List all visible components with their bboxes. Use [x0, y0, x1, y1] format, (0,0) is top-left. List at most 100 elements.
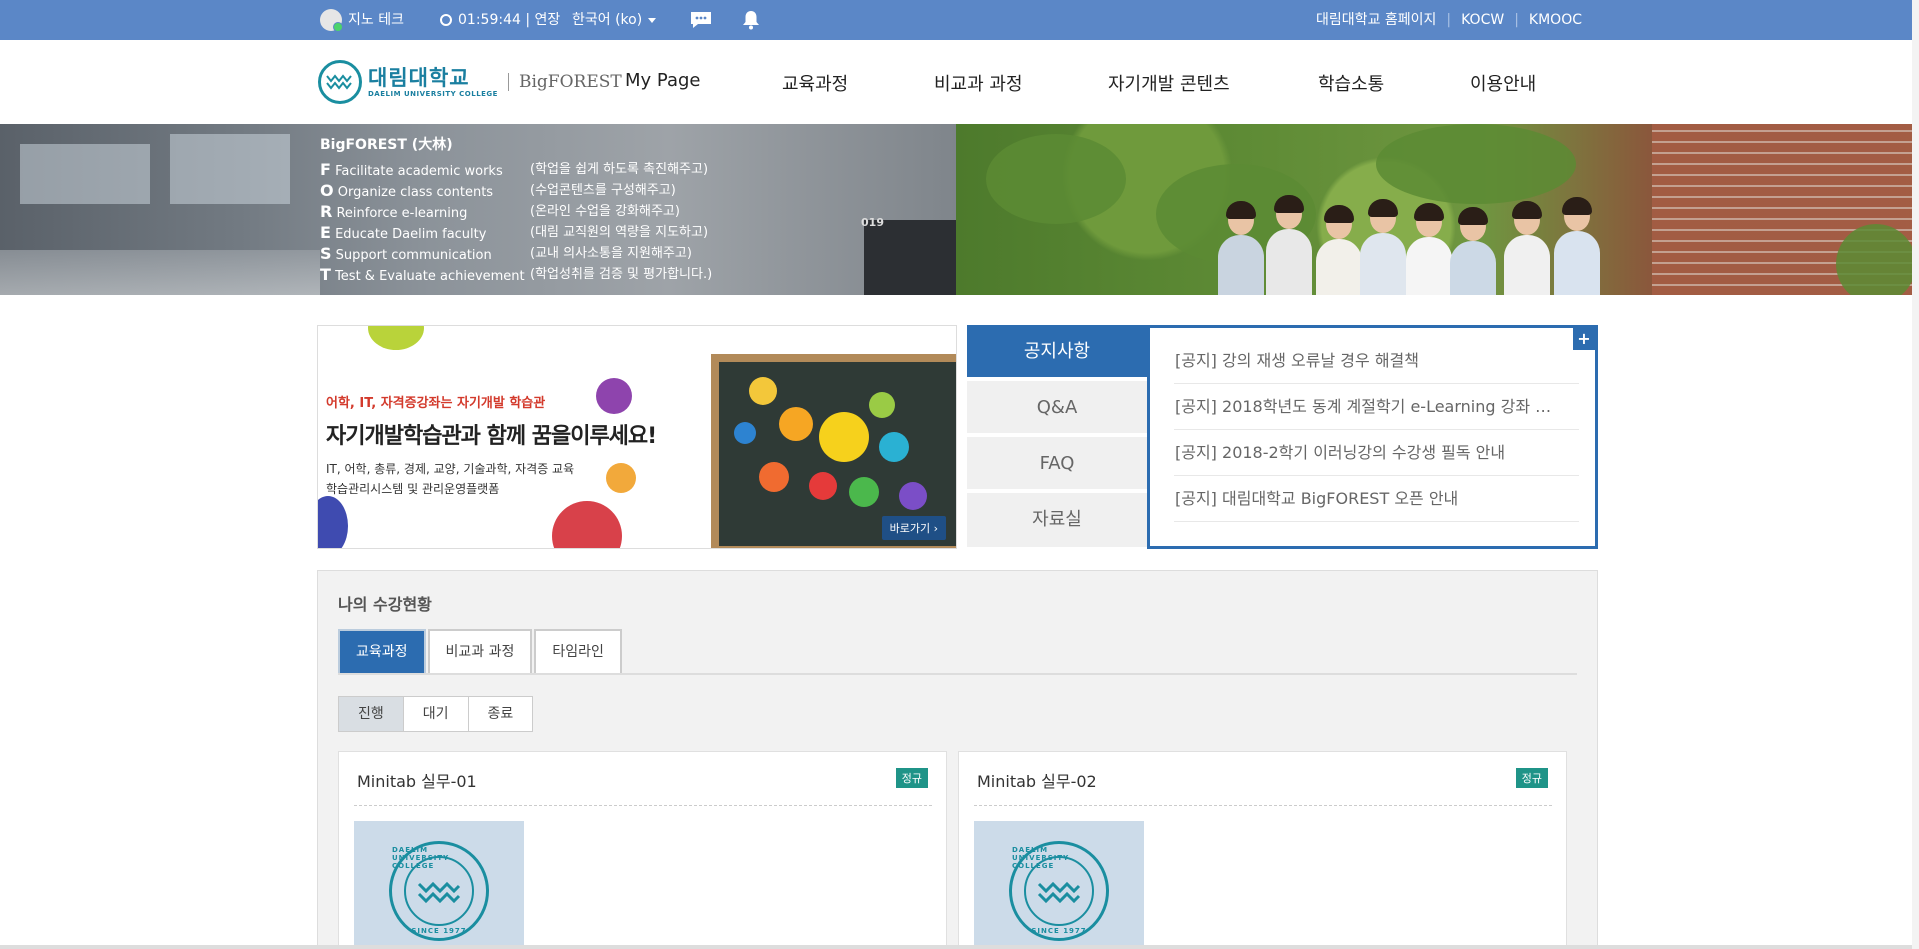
- banner-window: [20, 144, 150, 204]
- course-title[interactable]: Minitab 실무-02: [977, 768, 1097, 792]
- avatar-icon: [320, 9, 343, 32]
- banner-row: F Facilitate academic works (학업을 쉽게 하도록 촉…: [320, 159, 708, 180]
- promo-description: 학습관리시스템 및 관리운영플랫폼: [326, 482, 500, 496]
- decor-circle: [552, 501, 622, 548]
- banner-classroom-image: 019 BigFOREST (大林) F Facilitate academic…: [0, 124, 956, 295]
- promo-go-label: 바로가기: [889, 522, 931, 535]
- list-item[interactable]: [공지] 강의 재생 오류날 경우 해결책: [1174, 338, 1579, 384]
- self-development-promo[interactable]: 어학, IT, 자격증강좌는 자기개발 학습관 자기개발학습관과 함께 꿈을이루…: [317, 325, 957, 549]
- tab-notice[interactable]: 공지사항: [967, 325, 1147, 379]
- site-header: 대림대학교 DAELIM UNIVERSITY COLLEGE BigFORES…: [0, 40, 1912, 124]
- notice-title: [공지] 강의 재생 오류날 경우 해결책: [1175, 351, 1419, 370]
- tab-extracurricular[interactable]: 비교과 과정: [427, 629, 533, 675]
- banner-letter: R: [320, 202, 333, 221]
- notice-title: [공지] 대림대학교 BigFOREST 오픈 안내: [1175, 489, 1459, 508]
- top-links: 대림대학교 홈페이지 | KOCW | KMOOC: [1316, 0, 1582, 40]
- logo-emblem-icon: [318, 60, 362, 104]
- banner-row: T Test & Evaluate achievement (학업성취를 검증 및…: [320, 264, 712, 285]
- tab-waiting[interactable]: 대기: [402, 696, 469, 732]
- nav-my-page[interactable]: My Page: [625, 70, 700, 91]
- promo-headline: 자기개발학습관과 함께 꿈을이루세요!: [326, 424, 657, 449]
- bell-icon: [742, 10, 760, 30]
- banner-row: E Educate Daelim faculty (대림 교직원의 역량을 지도하…: [320, 222, 708, 243]
- user-menu[interactable]: 지노 테크: [320, 0, 404, 40]
- tab-timeline[interactable]: 타임라인: [534, 629, 622, 675]
- banner-title: BigFOREST (大林): [320, 137, 453, 153]
- university-seal-icon: DAELIM UNIVERSITY COLLEGE SINCE 1977: [1009, 841, 1109, 941]
- banner-row-desc: (학업성취를 검증 및 평가합니다.): [530, 267, 713, 282]
- banner-row-text: Educate Daelim faculty: [335, 227, 487, 242]
- nav-guide[interactable]: 이용안내: [1470, 70, 1536, 96]
- logo-korean: 대림대학교: [368, 66, 470, 90]
- product-name: BigFOREST: [518, 72, 622, 92]
- banner-row-text: Test & Evaluate achievement: [335, 269, 525, 284]
- tab-faq[interactable]: FAQ: [967, 437, 1147, 491]
- decor-circle: [606, 463, 636, 493]
- nav-curriculum[interactable]: 교육과정: [782, 70, 848, 96]
- hero-banner: 019 BigFOREST (大林) F Facilitate academic…: [0, 124, 1912, 295]
- room-label: 019: [861, 216, 884, 229]
- status-badge: 정규: [895, 768, 928, 788]
- tab-qna[interactable]: Q&A: [967, 381, 1147, 435]
- card-divider: [354, 805, 932, 806]
- language-label: 한국어 (ko): [572, 12, 643, 28]
- nav-extracurricular[interactable]: 비교과 과정: [934, 70, 1023, 96]
- banner-text: BigFOREST (大林) F Facilitate academic wor…: [320, 134, 712, 285]
- banner-window: [170, 134, 290, 204]
- tab-archive[interactable]: 자료실: [967, 493, 1147, 549]
- vertical-scrollbar[interactable]: [1912, 0, 1919, 949]
- window-bottom-edge: [0, 945, 1919, 949]
- notification-button[interactable]: [742, 0, 760, 40]
- message-icon[interactable]: [690, 0, 712, 40]
- banner-person: [1360, 199, 1406, 295]
- link-daelim-home[interactable]: 대림대학교 홈페이지: [1316, 0, 1436, 40]
- nav-self-development[interactable]: 자기개발 콘텐츠: [1108, 70, 1230, 96]
- banner-row: R Reinforce e-learning (온라인 수업을 강화해주고): [320, 201, 680, 222]
- banner-ivy: [986, 134, 1126, 224]
- session-timer[interactable]: 01:59:44 | 연장: [440, 0, 560, 40]
- course-type-tabs: 교육과정 비교과 과정 타임라인: [338, 629, 624, 675]
- course-card[interactable]: Minitab 실무-02 정규 DAELIM UNIVERSITY COLLE…: [958, 751, 1567, 949]
- tab-in-progress[interactable]: 진행: [338, 696, 404, 732]
- banner-row-desc: (교내 의사소통을 지원해주고): [530, 246, 692, 261]
- chat-icon: [690, 11, 712, 29]
- tab-curriculum[interactable]: 교육과정: [338, 629, 426, 675]
- status-badge: 정규: [1515, 768, 1548, 788]
- banner-row-desc: (대림 교직원의 역량을 지도하고): [530, 225, 709, 240]
- tab-divider: [338, 673, 1577, 675]
- status-tabs: 진행 대기 종료: [338, 696, 534, 732]
- decor-circle: [318, 496, 348, 548]
- site-logo[interactable]: 대림대학교 DAELIM UNIVERSITY COLLEGE BigFORES…: [318, 58, 622, 106]
- banner-person: [1450, 207, 1496, 295]
- course-thumbnail[interactable]: DAELIM UNIVERSITY COLLEGE SINCE 1977: [354, 821, 524, 949]
- banner-row: S Support communication (교내 의사소통을 지원해주고): [320, 243, 692, 264]
- course-card[interactable]: Minitab 실무-01 정규 DAELIM UNIVERSITY COLLE…: [338, 751, 947, 949]
- banner-students-image: [956, 124, 1912, 295]
- banner-person: [1266, 195, 1312, 295]
- my-courses-panel: 나의 수강현황 교육과정 비교과 과정 타임라인 진행 대기 종료 Minita…: [317, 570, 1598, 949]
- link-kocw[interactable]: KOCW: [1461, 0, 1504, 40]
- university-seal-icon: DAELIM UNIVERSITY COLLEGE SINCE 1977: [389, 841, 489, 941]
- banner-row-desc: (온라인 수업을 강화해주고): [530, 204, 680, 219]
- list-item[interactable]: [공지] 대림대학교 BigFOREST 오픈 안내: [1174, 476, 1579, 522]
- list-item[interactable]: [공지] 2018-2학기 이러닝강의 수강생 필독 안내: [1174, 430, 1579, 476]
- course-thumbnail[interactable]: DAELIM UNIVERSITY COLLEGE SINCE 1977: [974, 821, 1144, 949]
- promo-description: IT, 어학, 총류, 경제, 교양, 기술과학, 자격증 교육: [326, 462, 575, 476]
- chevron-down-icon: [648, 17, 657, 23]
- tab-finished[interactable]: 종료: [467, 696, 534, 732]
- banner-letter: T: [320, 265, 331, 284]
- notice-tabs: 공지사항 Q&A FAQ 자료실: [967, 325, 1147, 549]
- language-select[interactable]: 한국어 (ko): [572, 0, 657, 40]
- user-name: 지노 테크: [348, 12, 404, 28]
- link-kmooc[interactable]: KMOOC: [1529, 0, 1582, 40]
- course-title[interactable]: Minitab 실무-01: [357, 768, 477, 792]
- banner-letter: E: [320, 223, 331, 242]
- list-item[interactable]: [공지] 2018학년도 동계 계절학기 e-Learning 강좌 …: [1174, 384, 1579, 430]
- notice-title: [공지] 2018학년도 동계 계절학기 e-Learning 강좌 …: [1175, 397, 1552, 416]
- banner-floor: [0, 250, 320, 295]
- logo-english: DAELIM UNIVERSITY COLLEGE: [368, 90, 498, 98]
- nav-communication[interactable]: 학습소통: [1318, 70, 1384, 96]
- panel-title: 나의 수강현황: [338, 595, 432, 614]
- more-button[interactable]: +: [1573, 328, 1595, 350]
- promo-go-button[interactable]: 바로가기 ›: [881, 516, 946, 540]
